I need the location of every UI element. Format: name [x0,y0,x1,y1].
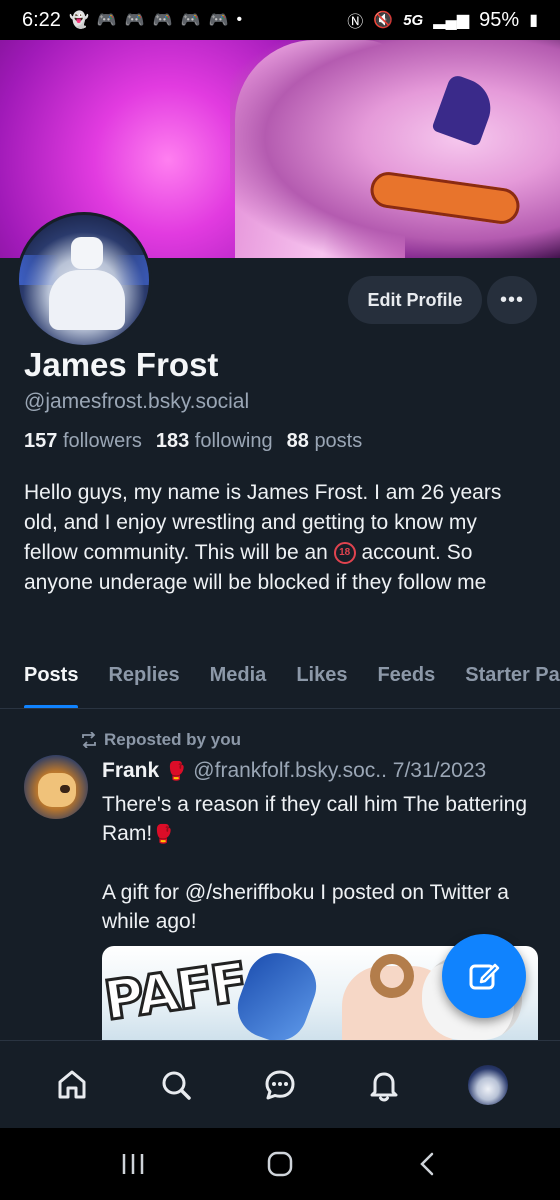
post-author-handle[interactable]: @frankfolf.bsky.soc.. [193,759,387,782]
post-image-text: PAFF [102,949,251,1034]
repost-indicator: Reposted by you [80,730,241,750]
game-controller-icon: 🎮 [180,12,201,29]
bell-icon [370,1072,398,1102]
post-author-name[interactable]: Frank [102,759,159,782]
bottom-navigation [0,1040,560,1128]
posts-stat: 88 posts [286,430,363,452]
battery-level: 95% [479,8,520,31]
post-text: There's a reason if they call him The ba… [102,793,528,933]
search-icon [162,1071,191,1100]
compose-icon [469,963,500,990]
display-name: James Frost [24,346,219,383]
tab-starter-packs[interactable]: Starter Packs [465,655,560,708]
banner-art-character [230,40,560,258]
home-icon [58,1070,86,1098]
edit-profile-button[interactable]: Edit Profile [348,276,482,324]
more-options-button[interactable]: ••• [487,276,537,324]
dot-icon: • [236,11,243,28]
status-bar: 6:22 👻 🎮 🎮 🎮 🎮 🎮 • Ⓝ 🔇 5G ▂▄▆ 95% ▮ [0,0,560,40]
compose-button[interactable] [442,934,526,1018]
profile-avatar[interactable] [16,212,152,348]
signal-icon: ▂▄▆ [433,12,470,29]
status-time: 6:22 [22,8,61,31]
tab-media[interactable]: Media [210,655,267,708]
post-date[interactable]: 7/31/2023 [393,759,486,782]
nav-profile[interactable] [463,1060,513,1110]
nav-notifications[interactable] [359,1060,409,1110]
nav-chat[interactable] [255,1060,305,1110]
no-under-18-icon: 18 [333,542,356,565]
home-circle-icon [267,1151,293,1177]
recent-apps-icon [123,1154,144,1174]
followers-stat[interactable]: 157 followers [24,430,142,453]
post-header: Frank 🥊 @frankfolf.bsky.soc.. 7/31/2023 [102,759,486,783]
back-button[interactable] [407,1144,447,1184]
profile-avatar-small [468,1064,508,1105]
following-stat[interactable]: 183 following [156,430,273,453]
post-author-avatar[interactable] [24,755,88,819]
game-controller-icon: 🎮 [208,12,229,29]
game-controller-icon: 🎮 [124,12,145,29]
boxing-glove-icon: 🥊 [165,761,188,781]
battery-icon: ▮ [529,12,538,29]
repost-icon [82,732,96,748]
chat-icon [265,1070,295,1099]
snapchat-icon: 👻 [68,12,89,29]
profile-tabs: Posts Replies Media Likes Feeds Starter … [0,655,560,709]
tab-replies[interactable]: Replies [108,655,179,708]
nfc-icon: Ⓝ [347,14,364,31]
profile-bio: Hello guys, my name is James Frost. I am… [24,481,502,594]
system-navigation [0,1128,560,1200]
mute-icon: 🔇 [373,12,394,29]
tab-likes[interactable]: Likes [296,655,347,708]
tab-feeds[interactable]: Feeds [377,655,435,708]
nav-search[interactable] [151,1060,201,1110]
network-label: 5G [403,11,424,29]
recent-apps-button[interactable] [113,1144,153,1184]
boxing-glove-icon: 🥊 [152,824,175,844]
back-chevron-icon [419,1152,433,1176]
profile-handle: @jamesfrost.bsky.social [24,390,250,413]
tab-posts[interactable]: Posts [24,655,79,708]
nav-home[interactable] [47,1060,97,1110]
game-controller-icon: 🎮 [152,12,173,29]
profile-stats: 157 followers 183 following 88 posts [24,430,362,453]
home-system-button[interactable] [260,1144,300,1184]
game-controller-icon: 🎮 [96,12,117,29]
